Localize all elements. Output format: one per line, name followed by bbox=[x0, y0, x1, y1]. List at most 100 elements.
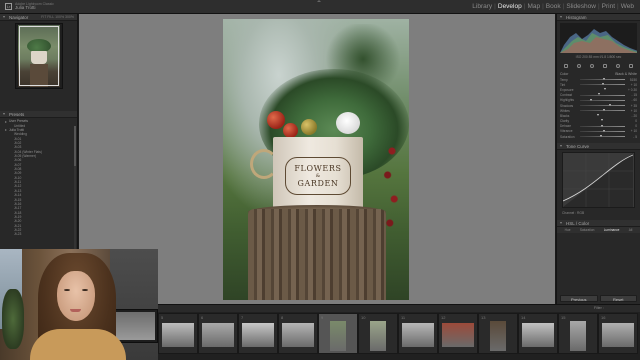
hsl-tab-luminance[interactable]: Luminance bbox=[604, 228, 620, 232]
filmstrip-frame[interactable]: 11 bbox=[398, 313, 438, 354]
filmstrip-frame[interactable]: 5 bbox=[158, 313, 198, 354]
filmstrip-frame[interactable]: 7 bbox=[238, 313, 278, 354]
slider-value[interactable]: - 5 bbox=[627, 135, 637, 139]
slider-knob-icon[interactable] bbox=[603, 88, 606, 91]
slider-saturation[interactable]: Saturation - 5 bbox=[557, 134, 640, 139]
slider-value[interactable]: 0 bbox=[627, 119, 637, 123]
spot-removal-icon[interactable] bbox=[577, 63, 582, 68]
slider-value[interactable]: + 0.30 bbox=[627, 88, 637, 92]
filmstrip-frame[interactable]: 15 bbox=[558, 313, 598, 354]
hsl-tab-hue[interactable]: Hue bbox=[565, 228, 571, 232]
module-print[interactable]: Print bbox=[600, 3, 617, 10]
treatment-color[interactable]: Color bbox=[560, 72, 568, 76]
radial-filter-icon[interactable] bbox=[615, 63, 620, 68]
reset-button[interactable]: Reset bbox=[599, 295, 637, 302]
preset-item[interactable]: Jt-23 bbox=[5, 232, 77, 236]
module-map[interactable]: Map bbox=[525, 3, 542, 10]
user-name: Julia Trotti bbox=[15, 5, 36, 10]
navigator-preview[interactable] bbox=[14, 23, 63, 89]
hsl-header[interactable]: HSL / Color bbox=[557, 220, 640, 228]
slider-knob-icon[interactable] bbox=[609, 103, 612, 106]
frame-number: 8 bbox=[281, 315, 284, 320]
preset-group[interactable]: Julia Trotti bbox=[5, 128, 77, 133]
module-web[interactable]: Web bbox=[619, 3, 636, 10]
filmstrip-frame[interactable]: 14 bbox=[518, 313, 558, 354]
slider-track[interactable] bbox=[580, 134, 625, 138]
slider-track[interactable] bbox=[580, 98, 625, 101]
slider-track[interactable] bbox=[580, 83, 625, 86]
slider-value[interactable]: 0 bbox=[627, 124, 637, 128]
slider-value[interactable]: + 10 bbox=[627, 129, 637, 133]
histogram[interactable] bbox=[560, 23, 637, 53]
filmstrip-frame[interactable]: 6 bbox=[198, 313, 238, 354]
slider-track[interactable] bbox=[580, 103, 625, 106]
slider-value[interactable]: 5150 bbox=[627, 78, 637, 82]
module-develop[interactable]: Develop bbox=[496, 3, 524, 10]
slider-track[interactable] bbox=[580, 88, 625, 91]
filmstrip-frame[interactable]: 12 bbox=[438, 313, 478, 354]
module-book[interactable]: Book bbox=[544, 3, 563, 10]
slider-track[interactable] bbox=[580, 77, 625, 80]
slider-knob-icon[interactable] bbox=[603, 129, 606, 132]
collapse-triangle-icon[interactable] bbox=[3, 16, 5, 18]
filmstrip-frame[interactable]: 8 bbox=[278, 313, 318, 354]
slider-track[interactable] bbox=[580, 129, 625, 132]
expand-triangle-icon[interactable] bbox=[5, 120, 7, 123]
slider-knob-icon[interactable] bbox=[601, 83, 604, 86]
slider-value[interactable]: + 10 bbox=[627, 83, 637, 87]
filmstrip-frame[interactable]: 10 bbox=[358, 313, 398, 354]
slider-knob-icon[interactable] bbox=[589, 98, 592, 101]
tone-curve-channel[interactable]: Channel : RGB bbox=[557, 210, 640, 217]
tone-curve-header[interactable]: Tone Curve bbox=[557, 143, 640, 151]
slider-value[interactable]: - 15 bbox=[627, 93, 638, 97]
presets-scrollbar[interactable] bbox=[74, 126, 76, 256]
slider-knob-icon[interactable] bbox=[601, 124, 603, 127]
slider-knob-icon[interactable] bbox=[603, 109, 606, 112]
slider-knob-icon[interactable] bbox=[603, 77, 606, 80]
filmstrip-frame[interactable]: 9 bbox=[318, 313, 358, 354]
slider-label: Whites bbox=[560, 108, 570, 113]
collapse-triangle-icon[interactable] bbox=[560, 16, 562, 18]
filmstrip-frame[interactable]: 13 bbox=[478, 313, 518, 354]
slider-track[interactable] bbox=[580, 114, 625, 117]
module-library[interactable]: Library bbox=[470, 3, 494, 10]
presets-header[interactable]: Presets bbox=[0, 111, 77, 118]
main-photo[interactable]: FLOWERS & GARDEN bbox=[223, 19, 409, 300]
slider-value[interactable]: + 35 bbox=[627, 104, 637, 108]
collapse-triangle-icon[interactable] bbox=[560, 145, 562, 148]
hsl-tab-all[interactable]: All bbox=[629, 228, 633, 232]
slider-track[interactable] bbox=[580, 93, 625, 96]
crop-tool-icon[interactable] bbox=[564, 63, 569, 68]
apple bbox=[267, 111, 285, 129]
collapse-triangle-icon[interactable] bbox=[3, 113, 5, 115]
slider-track[interactable] bbox=[580, 119, 625, 122]
tone-curve-graph[interactable] bbox=[562, 152, 635, 209]
slider-value[interactable]: + 10 bbox=[627, 109, 637, 113]
preset-group[interactable]: User Presets bbox=[5, 119, 77, 124]
navigator-header[interactable]: Navigator FIT FILL 100% 300% bbox=[0, 14, 77, 21]
module-slideshow[interactable]: Slideshow bbox=[564, 3, 598, 10]
slider-knob-icon[interactable] bbox=[601, 119, 603, 122]
slider-knob-icon[interactable] bbox=[596, 114, 599, 117]
hsl-tab-saturation[interactable]: Saturation bbox=[580, 228, 595, 232]
red-eye-icon[interactable] bbox=[590, 63, 595, 68]
slider-knob-icon[interactable] bbox=[597, 93, 600, 96]
frame-number: 11 bbox=[401, 315, 406, 320]
slider-label: Temp bbox=[560, 77, 568, 82]
graduated-filter-icon[interactable] bbox=[602, 63, 607, 68]
collapse-top-panel-icon[interactable] bbox=[317, 0, 321, 2]
slider-track[interactable] bbox=[580, 124, 625, 127]
navigator-zoom-options[interactable]: FIT FILL 100% 300% bbox=[41, 14, 74, 21]
previous-button[interactable]: Previous bbox=[560, 295, 598, 302]
slider-knob-icon[interactable] bbox=[599, 134, 602, 137]
filmstrip-frame[interactable]: 16 bbox=[598, 313, 638, 354]
treatment-bw[interactable]: Black & White bbox=[615, 72, 637, 76]
slider-value[interactable]: - 60 bbox=[627, 98, 638, 102]
slider-value[interactable]: - 20 bbox=[627, 114, 638, 118]
slider-track[interactable] bbox=[580, 109, 625, 112]
expand-triangle-icon[interactable] bbox=[5, 129, 7, 132]
filmstrip-filter-label[interactable]: Filter : bbox=[594, 306, 604, 310]
histogram-header[interactable]: Histogram bbox=[557, 14, 640, 21]
adjustment-brush-icon[interactable] bbox=[628, 63, 633, 68]
collapse-triangle-icon[interactable] bbox=[560, 222, 562, 225]
